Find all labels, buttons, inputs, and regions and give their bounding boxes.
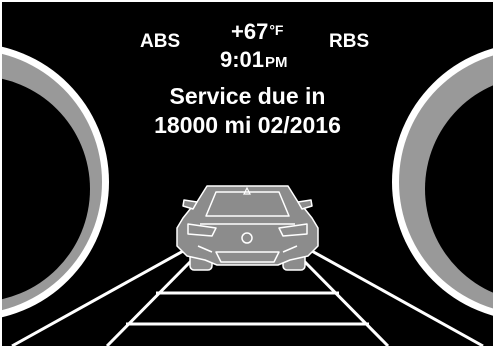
- clock-time: 9:01: [220, 47, 265, 72]
- rbs-indicator: RBS: [329, 31, 370, 52]
- clock: 9:01PM: [220, 47, 288, 73]
- temperature-value: +67: [231, 19, 269, 44]
- service-message-line1: Service due in: [169, 83, 326, 109]
- abs-indicator: ABS: [140, 31, 181, 52]
- instrument-cluster-display: ABS RBS +67°F 9:01PM Service due in 1800…: [2, 2, 493, 346]
- service-message-line2: 18000 mi 02/2016: [154, 112, 341, 138]
- outside-temperature: +67°F: [231, 19, 283, 45]
- temperature-unit: °F: [269, 22, 284, 38]
- clock-ampm: PM: [265, 54, 288, 71]
